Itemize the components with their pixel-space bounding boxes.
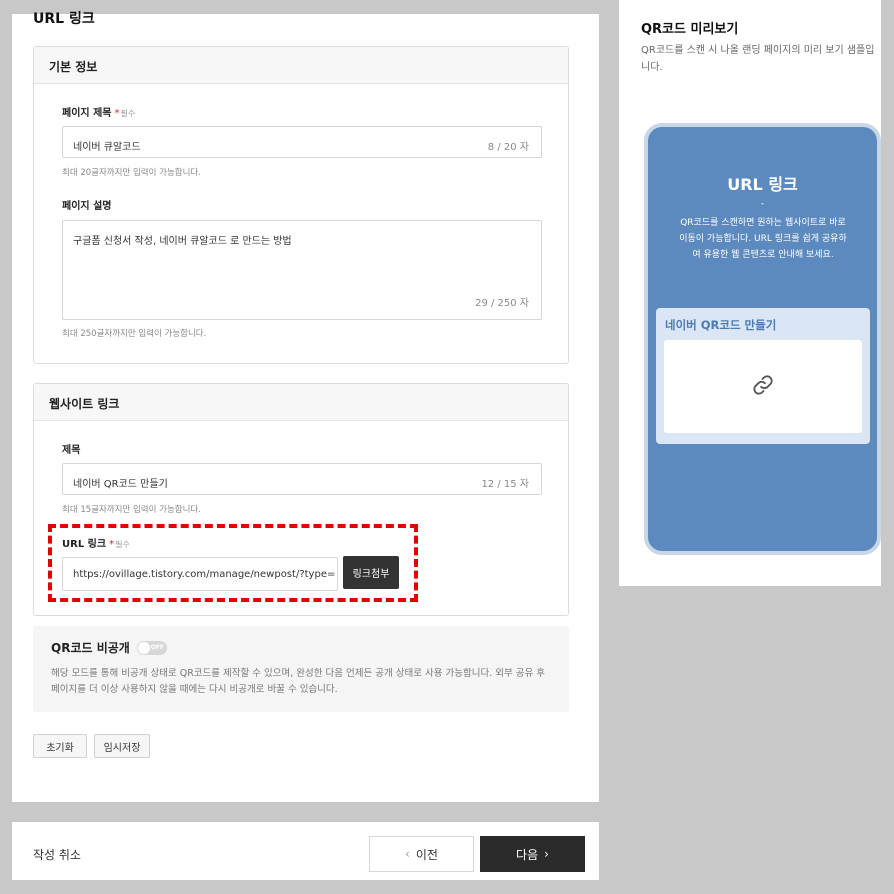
phone-preview: URL 링크 - QR코드를 스캔하면 원하는 웹사이트로 바로 이동이 가능합… [644,123,881,555]
preview-title: QR코드 미리보기 [641,22,739,37]
link-title-input[interactable]: 네이버 QR코드 만들기 12 / 15 자 [62,463,542,495]
page-title-value: 네이버 큐알코드 [73,142,141,153]
page-title: URL 링크 [33,11,95,27]
qr-private-toggle[interactable]: OFF [137,641,167,655]
preview-link-title: 네이버 QR코드 만들기 [665,318,777,332]
next-label: 다음 [516,847,539,862]
qr-private-description: 해당 모드를 통해 비공개 상태로 QR코드를 제작할 수 있으며, 완성한 다… [51,668,545,695]
link-title-hint: 최대 15글자까지만 입력이 가능합니다. [62,505,201,515]
link-icon [752,374,774,400]
qr-private-title: QR코드 비공개 [51,641,130,655]
prev-label: 이전 [415,847,438,862]
phone-title: URL 링크 [727,175,798,194]
phone-description: QR코드를 스캔하면 원하는 웹사이트로 바로 이동이 가능합니다. URL 링… [679,218,847,260]
page-desc-count: 29 / 250 자 [475,298,529,309]
page-title-count: 8 / 20 자 [487,142,529,153]
chevron-right-icon: › [544,847,549,861]
cancel-link[interactable]: 작성 취소 [33,846,81,863]
website-link-header: 웹사이트 링크 [34,384,568,421]
required-text: 필수 [120,109,136,118]
chevron-left-icon: ‹ [405,847,410,861]
page-title-input[interactable]: 네이버 큐알코드 8 / 20 자 [62,126,542,158]
next-button[interactable]: 다음 › [480,836,585,872]
page-title-label: 페이지 제목 *필수 [62,108,136,119]
temp-save-button[interactable]: 임시저장 [94,734,150,758]
basic-info-card: 기본 정보 페이지 제목 *필수 네이버 큐알코드 8 / 20 자 최대 20글… [33,46,569,364]
preview-panel: QR코드 미리보기 QR코드를 스캔 시 나올 랜딩 페이지의 미리 보기 샘플… [619,0,881,586]
preview-link-card[interactable]: 네이버 QR코드 만들기 [656,308,870,444]
toggle-off-text: OFF [150,644,164,651]
link-title-count: 12 / 15 자 [481,479,529,490]
page-desc-hint: 최대 250글자까지만 입력이 가능합니다. [62,329,207,339]
page-title-hint: 최대 20글자까지만 입력이 가능합니다. [62,168,201,178]
preview-description: QR코드를 스캔 시 나올 랜딩 페이지의 미리 보기 샘플입니다. [641,45,875,73]
link-title-label: 제목 [62,445,81,456]
page-desc-textarea[interactable]: 구글폼 신청서 작성, 네이버 큐알코드 로 만드는 방법 29 / 250 자 [62,220,542,320]
required-mark: * [114,108,120,119]
toggle-knob [138,642,150,654]
reset-button[interactable]: 초기화 [33,734,87,758]
page-desc-value: 구글폼 신청서 작성, 네이버 큐알코드 로 만드는 방법 [73,236,292,247]
highlight-box [48,524,418,602]
page-desc-label: 페이지 설명 [62,201,112,212]
phone-dash: - [760,199,765,209]
preview-link-body [664,340,862,433]
bottom-bar: 작성 취소 ‹ 이전 다음 › [12,822,599,880]
basic-info-header: 기본 정보 [34,47,568,84]
qr-private-section: QR코드 비공개 OFF 해당 모드를 통해 비공개 상태로 QR코드를 제작할… [33,626,569,712]
prev-button[interactable]: ‹ 이전 [369,836,474,872]
link-title-value: 네이버 QR코드 만들기 [73,479,168,490]
